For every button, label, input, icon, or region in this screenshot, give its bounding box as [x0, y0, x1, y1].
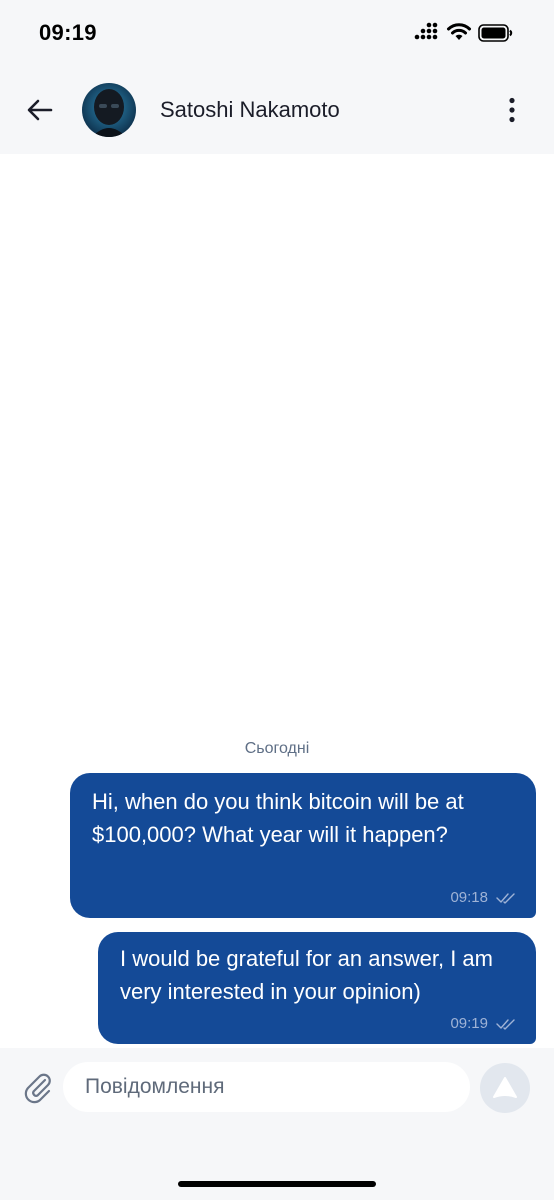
status-bar: 09:19 — [0, 0, 554, 66]
more-options-button[interactable] — [492, 90, 532, 130]
message-text: I would be grateful for an answer, I am … — [120, 946, 493, 1004]
battery-icon — [478, 24, 513, 42]
more-vertical-icon — [509, 97, 515, 123]
message-text: Hi, when do you think bitcoin will be at… — [92, 789, 464, 847]
home-indicator — [178, 1181, 376, 1187]
send-icon — [493, 1077, 517, 1098]
arrow-left-icon — [27, 99, 53, 121]
back-button[interactable] — [20, 90, 60, 130]
outgoing-message[interactable]: Hi, when do you think bitcoin will be at… — [70, 773, 536, 918]
contact-avatar[interactable] — [82, 83, 136, 137]
double-check-icon — [496, 892, 515, 904]
send-button[interactable] — [480, 1063, 530, 1113]
message-input[interactable] — [63, 1062, 470, 1112]
date-separator: Сьогодні — [244, 740, 310, 757]
attach-button[interactable] — [20, 1070, 56, 1106]
status-icons — [414, 22, 534, 46]
message-time: 09:18 — [450, 889, 488, 906]
message-meta: 09:18 — [450, 889, 516, 906]
avatar-image — [82, 83, 136, 137]
chat-header: Satoshi Nakamoto — [0, 66, 554, 154]
cellular-signal-icon — [414, 22, 438, 40]
message-time: 09:19 — [450, 1015, 488, 1032]
message-composer — [0, 1048, 554, 1200]
message-meta: 09:19 — [450, 1015, 516, 1032]
wifi-icon — [447, 23, 471, 40]
contact-name[interactable]: Satoshi Nakamoto — [160, 97, 340, 123]
double-check-icon — [496, 1018, 515, 1030]
outgoing-message[interactable]: I would be grateful for an answer, I am … — [98, 932, 536, 1044]
status-time: 09:19 — [39, 20, 97, 45]
paperclip-icon — [24, 1073, 51, 1104]
message-list[interactable]: Сьогодні Hi, when do you think bitcoin w… — [0, 154, 554, 1048]
